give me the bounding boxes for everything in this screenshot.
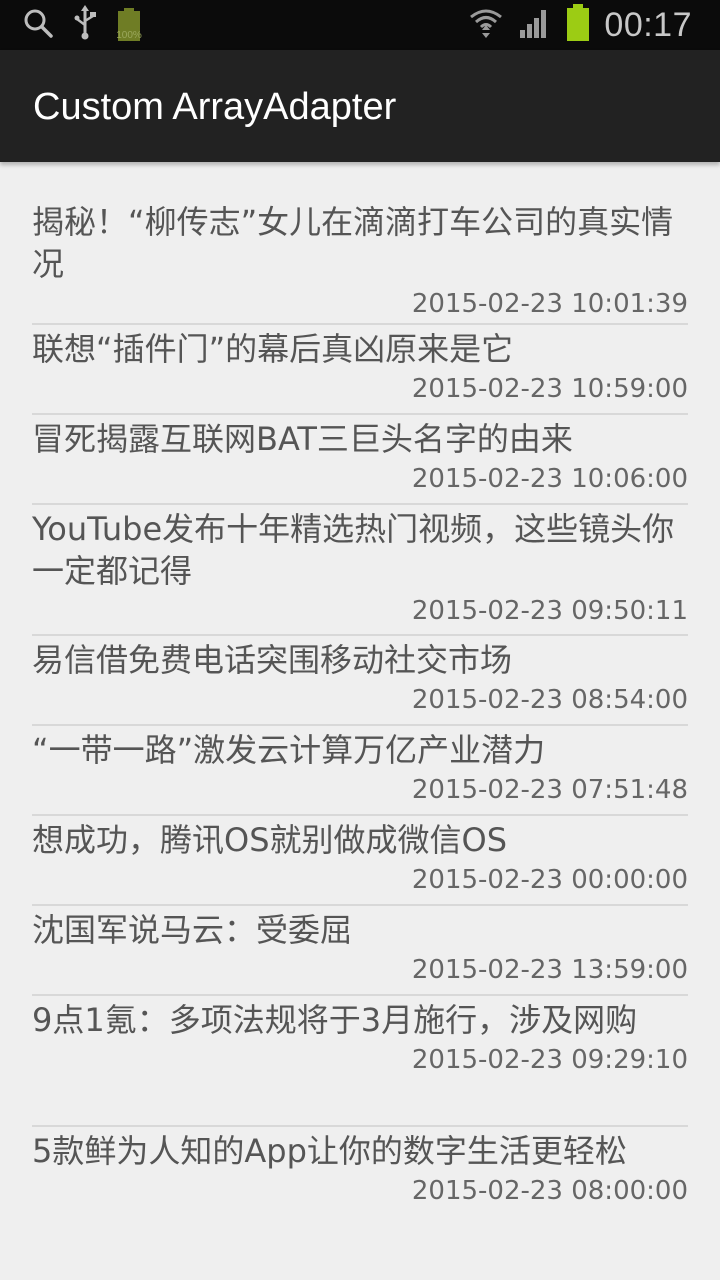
news-title: 9点1氪：多项法规将于3月施行，涉及网购 (32, 1001, 638, 1039)
news-title: 联想“插件门”的幕后真凶原来是它 (32, 330, 514, 368)
news-title: YouTube发布十年精选热门视频，这些镜头你一定都记得 (32, 510, 675, 590)
news-list-item[interactable]: “一带一路”激发云计算万亿产业潜力 2015-02-23 07:51:48 (32, 726, 688, 816)
page-title: Custom ArrayAdapter (33, 86, 397, 128)
status-bar-notifications: 100% (22, 5, 142, 45)
news-title: “一带一路”激发云计算万亿产业潜力 (32, 731, 546, 769)
news-date: 2015-02-23 09:29:10 (411, 1045, 688, 1075)
news-list-item[interactable]: 易信借免费电话突围移动社交市场 2015-02-23 08:54:00 (32, 636, 688, 726)
news-list-item[interactable]: 冒死揭露互联网BAT三巨头名字的由来 2015-02-23 10:06:00 (32, 415, 688, 505)
news-list-item[interactable]: 联想“插件门”的幕后真凶原来是它 2015-02-23 10:59:00 (32, 325, 688, 415)
news-date: 2015-02-23 08:54:00 (411, 685, 688, 715)
news-title: 易信借免费电话突围移动社交市场 (32, 641, 513, 679)
news-title: 揭秘！“柳传志”女儿在滴滴打车公司的真实情况 (32, 203, 674, 283)
news-date: 2015-02-23 00:00:00 (411, 865, 688, 895)
news-list-item[interactable]: 5款鲜为人知的App让你的数字生活更轻松 2015-02-23 08:00:00 (32, 1127, 688, 1258)
news-date: 2015-02-23 09:50:11 (411, 596, 688, 626)
news-date: 2015-02-23 13:59:00 (411, 955, 688, 985)
status-time: 00:17 (604, 5, 692, 44)
usb-icon (72, 5, 98, 45)
news-list-item[interactable]: 9点1氪：多项法规将于3月施行，涉及网购 2015-02-23 09:29:10 (32, 996, 688, 1127)
news-list-item[interactable]: 揭秘！“柳传志”女儿在滴滴打车公司的真实情况 2015-02-23 10:01:… (32, 198, 688, 325)
search-icon (22, 7, 54, 43)
news-title: 冒死揭露互联网BAT三巨头名字的由来 (32, 420, 573, 458)
battery-full-small-icon: 100% (116, 8, 142, 42)
wifi-icon (468, 5, 504, 45)
news-list-item[interactable]: 沈国军说马云：受委屈 2015-02-23 13:59:00 (32, 906, 688, 996)
news-list[interactable]: 揭秘！“柳传志”女儿在滴滴打车公司的真实情况 2015-02-23 10:01:… (0, 162, 720, 1258)
news-list-item[interactable]: 想成功，腾讯OS就别做成微信OS 2015-02-23 00:00:00 (32, 816, 688, 906)
action-bar: Custom ArrayAdapter (0, 50, 720, 162)
battery-icon (566, 4, 590, 46)
news-title: 沈国军说马云：受委屈 (32, 911, 353, 949)
news-title: 想成功，腾讯OS就别做成微信OS (32, 821, 508, 859)
news-date: 2015-02-23 10:06:00 (411, 464, 688, 494)
news-date: 2015-02-23 07:51:48 (411, 775, 688, 805)
battery-percent-label: 100% (116, 30, 142, 41)
status-bar: 100% 00:17 (0, 0, 720, 50)
news-date: 2015-02-23 10:59:00 (411, 374, 688, 404)
status-bar-system: 00:17 (468, 4, 692, 46)
news-title: 5款鲜为人知的App让你的数字生活更轻松 (32, 1132, 627, 1170)
news-date: 2015-02-23 08:00:00 (411, 1176, 688, 1206)
news-date: 2015-02-23 10:01:39 (411, 289, 688, 319)
signal-icon (518, 6, 552, 44)
news-list-item[interactable]: YouTube发布十年精选热门视频，这些镜头你一定都记得 2015-02-23 … (32, 505, 688, 636)
